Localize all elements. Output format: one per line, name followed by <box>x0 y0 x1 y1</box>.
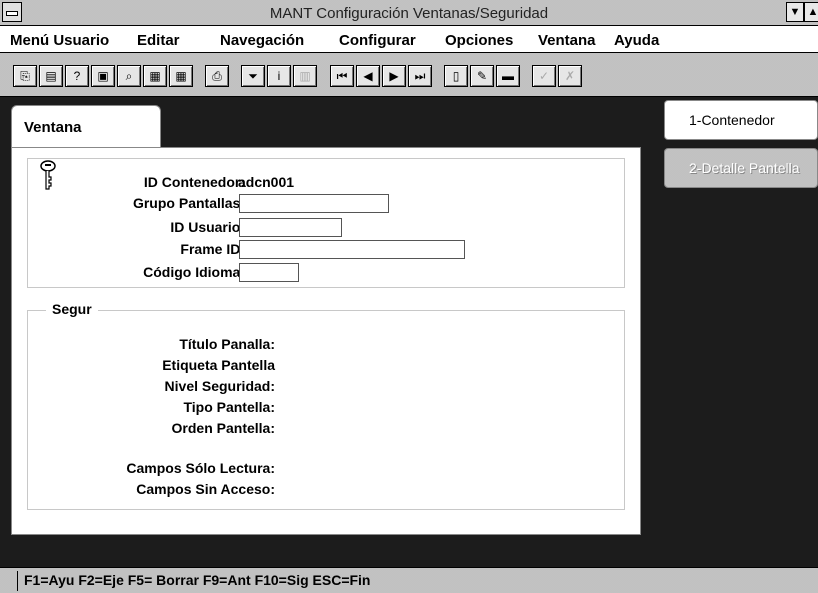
paste-icon[interactable]: ▤ <box>39 65 63 87</box>
last-record-icon[interactable]: ⏭ <box>408 65 432 87</box>
menu-usuario[interactable]: Menú Usuario <box>10 32 109 49</box>
toolbar: ⎘ ▤ ? ▣ ⌕ ▦ ▦ ⎙ ⏷ i ▥ ⏮ ◀ ▶ ⏭ ▯ ✎ ▬ ✓ ✗ <box>0 53 818 97</box>
menu-ventana[interactable]: Ventana <box>538 32 596 49</box>
function-keys-hint: F1=Ayu F2=Eje F5= Borrar F9=Ant F10=Sig … <box>24 572 371 588</box>
key-icon <box>40 160 56 190</box>
tab-detalle-pantalla[interactable]: 2-Detalle Pantella <box>664 148 818 188</box>
segur-section <box>27 310 625 510</box>
title-bar: MANT Configuración Ventanas/Seguridad ▼ … <box>0 0 818 26</box>
next-record-icon[interactable]: ▶ <box>382 65 406 87</box>
codigo-idioma-label: Código Idioma: <box>143 264 245 280</box>
table-icon[interactable]: ▦ <box>169 65 193 87</box>
campos-solo-lectura-label: Campos Sólo Lectura: <box>126 460 275 476</box>
titulo-pantalla-label: Título Panalla: <box>179 336 275 352</box>
frame-id-field[interactable] <box>239 240 465 259</box>
tab-contenedor[interactable]: 1-Contenedor <box>664 100 818 140</box>
id-usuario-field[interactable] <box>239 218 342 237</box>
new-icon[interactable]: ▯ <box>444 65 468 87</box>
id-usuario-label: ID Usuario: <box>170 219 245 235</box>
tab-detalle-pantalla-label: 2-Detalle Pantella <box>689 160 800 176</box>
edit-icon[interactable]: ✎ <box>470 65 494 87</box>
grid-dark-icon[interactable]: ▦ <box>143 65 167 87</box>
clipboard-icon[interactable]: ▣ <box>91 65 115 87</box>
status-divider <box>17 571 18 591</box>
menu-editar[interactable]: Editar <box>137 32 180 49</box>
chart-icon[interactable]: ▥ <box>293 65 317 87</box>
tab-ventana[interactable]: Ventana <box>11 105 161 147</box>
print-icon[interactable]: ⎙ <box>205 65 229 87</box>
menu-navegacion[interactable]: Navegación <box>220 32 304 49</box>
grupo-pantallas-label: Grupo Pantallas: <box>132 195 245 211</box>
copy-icon[interactable]: ⎘ <box>13 65 37 87</box>
orden-pantalla-label: Orden Pantella: <box>171 420 275 436</box>
tab-ventana-label: Ventana <box>24 119 82 136</box>
accept-icon[interactable]: ✓ <box>532 65 556 87</box>
grupo-pantallas-field[interactable] <box>239 194 389 213</box>
delete-icon[interactable]: ▬ <box>496 65 520 87</box>
help-icon[interactable]: ? <box>65 65 89 87</box>
codigo-idioma-field[interactable] <box>239 263 299 282</box>
menu-opciones[interactable]: Opciones <box>445 32 513 49</box>
maximize-icon[interactable]: ▲ <box>804 2 818 22</box>
info-icon[interactable]: i <box>267 65 291 87</box>
campos-sin-acceso-label: Campos Sin Acceso: <box>136 481 275 497</box>
filter-icon[interactable]: ⏷ <box>241 65 265 87</box>
prev-record-icon[interactable]: ◀ <box>356 65 380 87</box>
status-bar: F1=Ayu F2=Eje F5= Borrar F9=Ant F10=Sig … <box>0 567 818 593</box>
menu-configurar[interactable]: Configurar <box>339 32 416 49</box>
cancel-icon[interactable]: ✗ <box>558 65 582 87</box>
minimize-icon[interactable]: ▼ <box>786 2 804 22</box>
nivel-seguridad-label: Nivel Seguridad: <box>164 378 275 394</box>
window-title: MANT Configuración Ventanas/Seguridad <box>269 5 549 22</box>
menu-bar: Menú Usuario Editar Navegación Configura… <box>0 26 818 53</box>
id-contenedor-label: ID Contenedor: <box>143 174 245 190</box>
workspace: Ventana ID Contenedor: adcn001 Grupo Pan… <box>0 97 818 567</box>
menu-ayuda[interactable]: Ayuda <box>614 32 659 49</box>
ventana-panel: ID Contenedor: adcn001 Grupo Pantallas: … <box>11 147 641 535</box>
search-icon[interactable]: ⌕ <box>117 65 141 87</box>
tab-contenedor-label: 1-Contenedor <box>689 112 775 128</box>
etiqueta-pantalla-label: Etiqueta Pantella <box>162 357 275 373</box>
id-contenedor-value: adcn001 <box>238 174 295 190</box>
frame-id-label: Frame ID: <box>180 241 245 257</box>
segur-title: Segur <box>46 301 98 317</box>
first-record-icon[interactable]: ⏮ <box>330 65 354 87</box>
tipo-pantalla-label: Tipo Pantella: <box>183 399 275 415</box>
